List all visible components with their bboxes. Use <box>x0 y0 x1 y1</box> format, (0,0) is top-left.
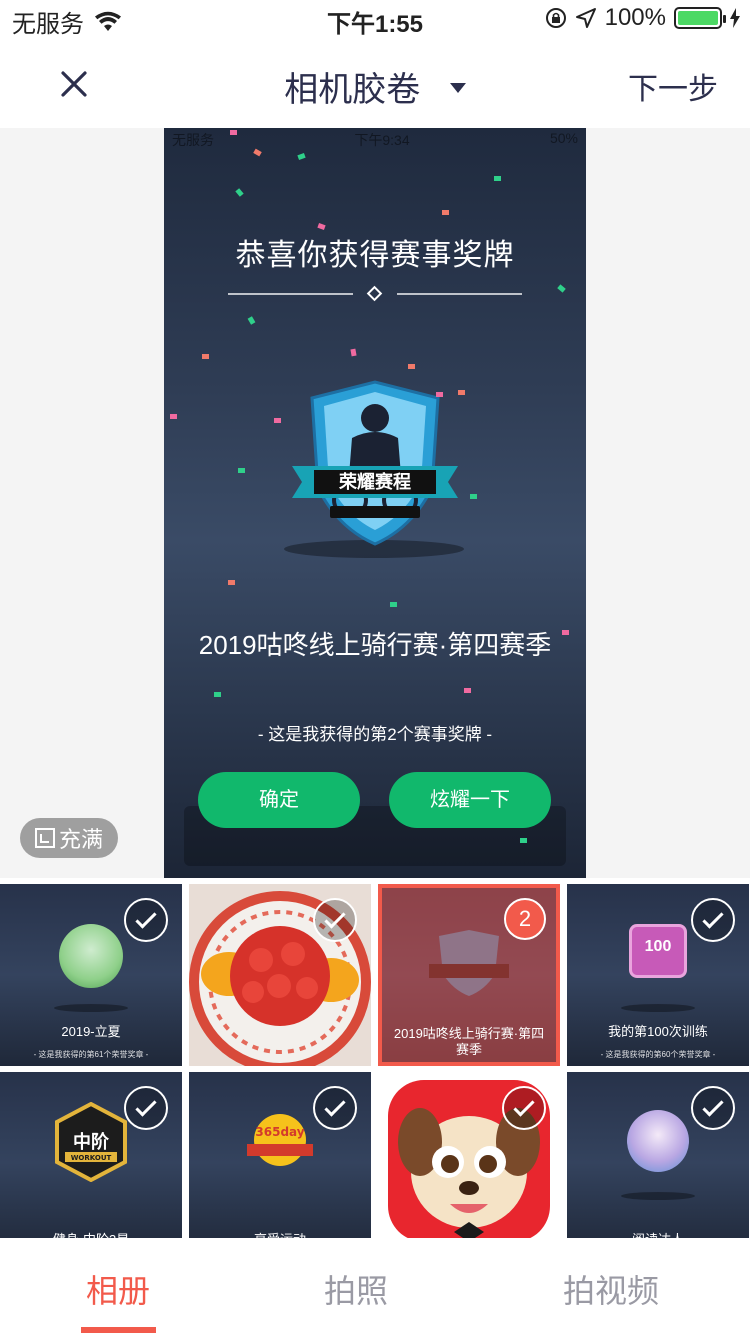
fill-button[interactable]: 充满 <box>20 818 118 858</box>
photo-grid: 2019-立夏 - 这是我获得的第61个荣誉奖章 - 2019咕咚线上骑行赛·第… <box>0 884 750 1254</box>
select-checkbox[interactable] <box>124 898 168 942</box>
thumbnail-title: 2019-立夏 <box>61 1024 121 1039</box>
thumbnail-sub: - 这是我获得的第61个荣誉奖章 - <box>33 1050 149 1059</box>
confetti <box>238 468 245 473</box>
confetti <box>436 392 443 397</box>
tab-album[interactable]: 相册 <box>80 1266 156 1312</box>
confetti <box>170 414 177 419</box>
medal-count-text: - 这是我获得的第2个赛事奖牌 - <box>257 725 493 744</box>
confetti <box>562 630 569 635</box>
select-checkbox[interactable] <box>691 1086 735 1130</box>
tab-video[interactable]: 拍视频 <box>558 1266 664 1312</box>
status-right: 100% <box>545 4 740 32</box>
preview-image: 无服务 下午9:34 50% 恭喜你获得赛事奖牌 荣耀赛程 2019咕咚线上骑行… <box>164 128 586 878</box>
photo-thumbnail[interactable]: 365day 享受运动 <box>189 1072 371 1254</box>
fill-label: 充满 <box>58 827 103 852</box>
photo-thumbnail[interactable]: 100 我的第100次训练 - 这是我获得的第60个荣誉奖章 - <box>567 884 749 1066</box>
caret-down-icon <box>449 83 466 94</box>
check-icon <box>702 1095 724 1117</box>
confetti <box>350 348 357 357</box>
select-checkbox[interactable] <box>313 1086 357 1130</box>
preview-time: 下午9:34 <box>354 132 410 148</box>
thumbnail-title: 我的第100次训练 <box>608 1024 708 1039</box>
photo-thumbnail[interactable]: 阅读达人 <box>567 1072 749 1254</box>
365day-badge-text: 365day <box>255 1125 304 1139</box>
photo-thumbnail[interactable] <box>378 1072 560 1254</box>
confetti <box>470 494 477 499</box>
confetti <box>458 390 465 395</box>
365day-badge-icon: 365day <box>247 1114 313 1166</box>
confetti <box>464 688 471 693</box>
select-checkbox[interactable] <box>124 1086 168 1130</box>
confirm-button: 确定 <box>198 772 360 828</box>
nav-bar: 相机胶卷 下一步 <box>0 40 750 128</box>
battery-fill <box>678 11 718 25</box>
charging-icon <box>730 8 740 28</box>
confetti <box>520 838 527 843</box>
workout-badge-text: 中阶 <box>73 1131 110 1153</box>
confetti <box>202 354 209 359</box>
workout-badge-sub: WORKOUT <box>71 1154 112 1162</box>
status-bar: 无服务 下午1:55 100% <box>0 0 750 40</box>
medal-image: 荣耀赛程 <box>292 380 458 546</box>
tab-photo[interactable]: 拍照 <box>318 1266 394 1312</box>
check-icon <box>324 907 346 929</box>
thumbnail-title: 2019咕咚线上骑行赛·第四赛季 <box>393 1026 545 1057</box>
confetti <box>557 284 566 293</box>
thumbnail-sub: - 这是我获得的第60个荣誉奖章 - <box>600 1050 716 1059</box>
select-checkbox[interactable] <box>313 898 357 942</box>
workout-badge-icon: 中阶 WORKOUT <box>55 1102 127 1182</box>
confetti <box>408 364 415 369</box>
race-name: 2019咕咚线上骑行赛·第四赛季 <box>198 630 552 660</box>
confetti <box>274 418 281 423</box>
selection-order-badge[interactable]: 2 <box>504 898 546 940</box>
check-icon <box>324 1095 346 1117</box>
check-icon <box>135 907 157 929</box>
title-divider <box>228 285 522 302</box>
check-icon <box>513 1095 535 1117</box>
check-icon <box>135 1095 157 1117</box>
reading-badge-icon <box>627 1110 689 1172</box>
confetti <box>230 130 237 135</box>
active-tab-indicator <box>81 1327 156 1333</box>
summer-medal-icon <box>59 924 123 988</box>
confetti <box>214 692 221 697</box>
bottom-tab-bar: 相册 拍照 拍视频 <box>0 1238 750 1334</box>
preview-carrier: 无服务 <box>172 132 214 148</box>
orientation-lock-icon <box>545 8 566 28</box>
battery-icon <box>674 7 726 29</box>
photo-thumbnail[interactable]: 2019咕咚线上骑行赛·第四赛季 2 <box>378 884 560 1066</box>
expand-icon <box>34 828 55 848</box>
confetti <box>247 316 256 325</box>
confetti <box>442 210 449 215</box>
confetti <box>317 222 326 231</box>
confetti <box>494 176 501 181</box>
next-button[interactable]: 下一步 <box>628 64 718 108</box>
preview-battery: 50% <box>549 130 578 146</box>
medal-text: 荣耀赛程 <box>338 471 411 493</box>
album-title: 相机胶卷 <box>284 71 421 109</box>
photo-preview[interactable]: 无服务 下午9:34 50% 恭喜你获得赛事奖牌 荣耀赛程 2019咕咚线上骑行… <box>0 128 750 878</box>
confetti <box>228 580 235 585</box>
select-checkbox[interactable] <box>691 898 735 942</box>
check-icon <box>702 907 724 929</box>
confetti <box>235 188 244 197</box>
training-100-icon: 100 <box>629 924 687 978</box>
photo-thumbnail[interactable]: 中阶 WORKOUT 健身·中阶3星 <box>0 1072 182 1254</box>
photo-thumbnail[interactable] <box>189 884 371 1066</box>
congrats-title: 恭喜你获得赛事奖牌 <box>235 239 515 272</box>
select-checkbox[interactable] <box>502 1086 546 1130</box>
confetti <box>390 602 397 607</box>
show-off-button: 炫耀一下 <box>389 772 551 828</box>
location-arrow-icon <box>575 8 596 28</box>
battery-percent: 100% <box>604 4 666 31</box>
photo-thumbnail[interactable]: 2019-立夏 - 这是我获得的第61个荣誉奖章 - <box>0 884 182 1066</box>
confetti <box>297 152 306 161</box>
